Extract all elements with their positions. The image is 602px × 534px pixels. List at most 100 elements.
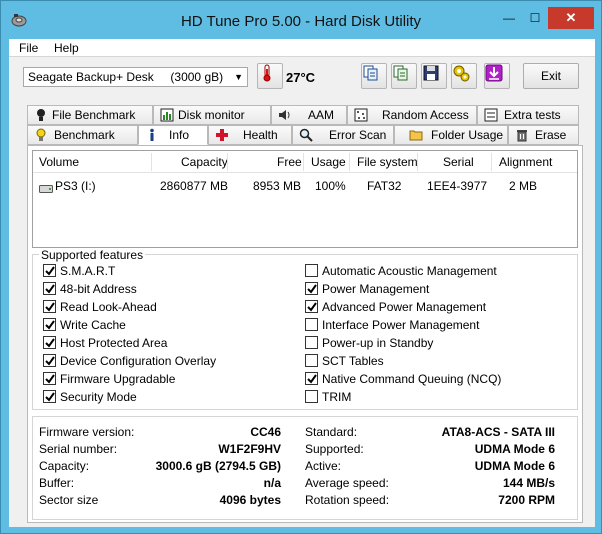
- info-label: Average speed:: [305, 476, 389, 490]
- title-bar[interactable]: HD Tune Pro 5.00 - Hard Disk Utility — ☐…: [1, 1, 601, 41]
- info-label: Buffer:: [39, 476, 75, 490]
- col-serial[interactable]: Serial: [443, 155, 474, 169]
- checkmark-icon: [45, 392, 55, 402]
- cell-free: 8953 MB: [253, 179, 302, 193]
- tab-random-access[interactable]: Random Access: [347, 105, 477, 125]
- exit-button[interactable]: Exit: [523, 63, 579, 89]
- tab-error-scan[interactable]: Error Scan: [292, 125, 394, 145]
- tab-extra-tests[interactable]: Extra tests: [477, 105, 579, 125]
- tab-folder-usage[interactable]: Folder Usage: [394, 125, 508, 145]
- checkbox-checked[interactable]: [43, 336, 56, 349]
- drive-select[interactable]: Seagate Backup+ Desk (3000 gB) ▼: [23, 67, 248, 87]
- info-value: UDMA Mode 6: [474, 459, 555, 473]
- info-row: Buffer: n/a: [39, 476, 281, 492]
- copy-button[interactable]: [361, 63, 387, 89]
- col-usage[interactable]: Usage: [311, 155, 346, 169]
- checkmark-icon: [45, 320, 55, 330]
- tab-health[interactable]: Health: [208, 125, 292, 145]
- checkbox-checked[interactable]: [43, 300, 56, 313]
- temperature-button[interactable]: [257, 63, 283, 89]
- info-value: 7200 RPM: [498, 493, 555, 507]
- tab-benchmark[interactable]: Benchmark: [27, 125, 138, 145]
- info-label: Supported:: [305, 442, 364, 456]
- col-capacity[interactable]: Capacity: [181, 155, 228, 169]
- checkbox-checked[interactable]: [43, 390, 56, 403]
- col-divider: [227, 153, 228, 171]
- tab-erase[interactable]: Erase: [508, 125, 579, 145]
- info-row: Firmware version: CC46: [39, 425, 281, 441]
- menu-file[interactable]: File: [19, 41, 38, 55]
- copy-text-button[interactable]: [391, 63, 417, 89]
- tab-disk-monitor[interactable]: Disk monitor: [153, 105, 271, 125]
- checkbox-unchecked[interactable]: [305, 390, 318, 403]
- checkmark-icon: [45, 374, 55, 384]
- checkbox-checked[interactable]: [43, 318, 56, 331]
- feature-label: S.M.A.R.T: [60, 264, 116, 278]
- checkbox-checked[interactable]: [43, 264, 56, 277]
- checkbox-unchecked[interactable]: [305, 354, 318, 367]
- feature-label: Native Command Queuing (NCQ): [322, 372, 502, 386]
- minimize-button[interactable]: —: [496, 7, 522, 29]
- col-free[interactable]: Free: [277, 155, 302, 169]
- cell-file-system: FAT32: [367, 179, 402, 193]
- col-divider: [491, 153, 492, 171]
- col-alignment[interactable]: Alignment: [499, 155, 552, 169]
- feature-label: 48-bit Address: [60, 282, 137, 296]
- checkbox-checked[interactable]: [305, 372, 318, 385]
- col-volume[interactable]: Volume: [39, 155, 79, 169]
- info-label: Standard:: [305, 425, 358, 439]
- info-value: 4096 bytes: [219, 493, 281, 507]
- info-label: Capacity:: [39, 459, 90, 473]
- maximize-button[interactable]: ☐: [522, 7, 548, 29]
- drive-icon: [39, 182, 53, 196]
- info-value: CC46: [250, 425, 281, 439]
- col-file-system[interactable]: File system: [357, 155, 418, 169]
- feature-label: Device Configuration Overlay: [60, 354, 217, 368]
- feature-label: Power-up in Standby: [322, 336, 434, 350]
- checkbox-checked[interactable]: [43, 282, 56, 295]
- supported-features-group: Supported features S.M.A.R.T 48-bit Addre…: [32, 248, 578, 410]
- cell-volume: PS3 (I:): [55, 179, 96, 193]
- trash-icon: [515, 128, 529, 142]
- chevron-down-icon: ▼: [234, 72, 243, 82]
- checkbox-checked[interactable]: [43, 354, 56, 367]
- tab-strip: File Benchmark Disk monitor AAM Random A…: [27, 105, 583, 145]
- toolbar: Seagate Backup+ Desk (3000 gB) ▼ 27°C Ex…: [9, 58, 595, 98]
- feature-label: Power Management: [322, 282, 430, 296]
- volume-table-header: Volume Capacity Free Usage File system S…: [33, 151, 577, 173]
- save-button[interactable]: [421, 63, 447, 89]
- col-divider: [303, 153, 304, 171]
- checkbox-unchecked[interactable]: [305, 318, 318, 331]
- tab-label: File Benchmark: [52, 108, 136, 122]
- checkbox-unchecked[interactable]: [305, 336, 318, 349]
- checkbox-checked[interactable]: [305, 300, 318, 313]
- tab-aam[interactable]: AAM: [271, 105, 347, 125]
- info-row: Rotation speed: 7200 RPM: [305, 493, 555, 509]
- volume-table[interactable]: Volume Capacity Free Usage File system S…: [32, 150, 578, 248]
- info-label: Rotation speed:: [305, 493, 390, 507]
- menu-help[interactable]: Help: [54, 41, 79, 55]
- checkmark-icon: [45, 266, 55, 276]
- tab-label: Random Access: [382, 108, 469, 122]
- info-row: Standard: ATA8-ACS - SATA III: [305, 425, 555, 441]
- info-row: Capacity: 3000.6 gB (2794.5 GB): [39, 459, 281, 475]
- drive-select-value: Seagate Backup+ Desk (3000 gB): [28, 70, 224, 84]
- drive-info-group: Firmware version: CC46 Serial number: W1F2F…: [32, 416, 578, 520]
- feature-label: Host Protected Area: [60, 336, 168, 350]
- checkmark-icon: [45, 356, 55, 366]
- checkbox-checked[interactable]: [43, 372, 56, 385]
- folder-icon: [409, 128, 423, 142]
- checkbox-checked[interactable]: [305, 282, 318, 295]
- checkbox-unchecked[interactable]: [305, 264, 318, 277]
- tab-file-benchmark[interactable]: File Benchmark: [27, 105, 153, 125]
- options-button[interactable]: [451, 63, 477, 89]
- close-button[interactable]: ✕: [548, 7, 594, 29]
- feature-label: TRIM: [322, 390, 352, 404]
- cell-capacity: 2860877 MB: [160, 179, 229, 193]
- info-panel: Volume Capacity Free Usage File system S…: [27, 145, 583, 523]
- extra-tests-icon: [484, 108, 498, 122]
- download-button[interactable]: [484, 63, 510, 89]
- tab-info[interactable]: Info: [138, 125, 208, 145]
- feature-label: Firmware Upgradable: [60, 372, 176, 386]
- info-row: Sector size 4096 bytes: [39, 493, 281, 509]
